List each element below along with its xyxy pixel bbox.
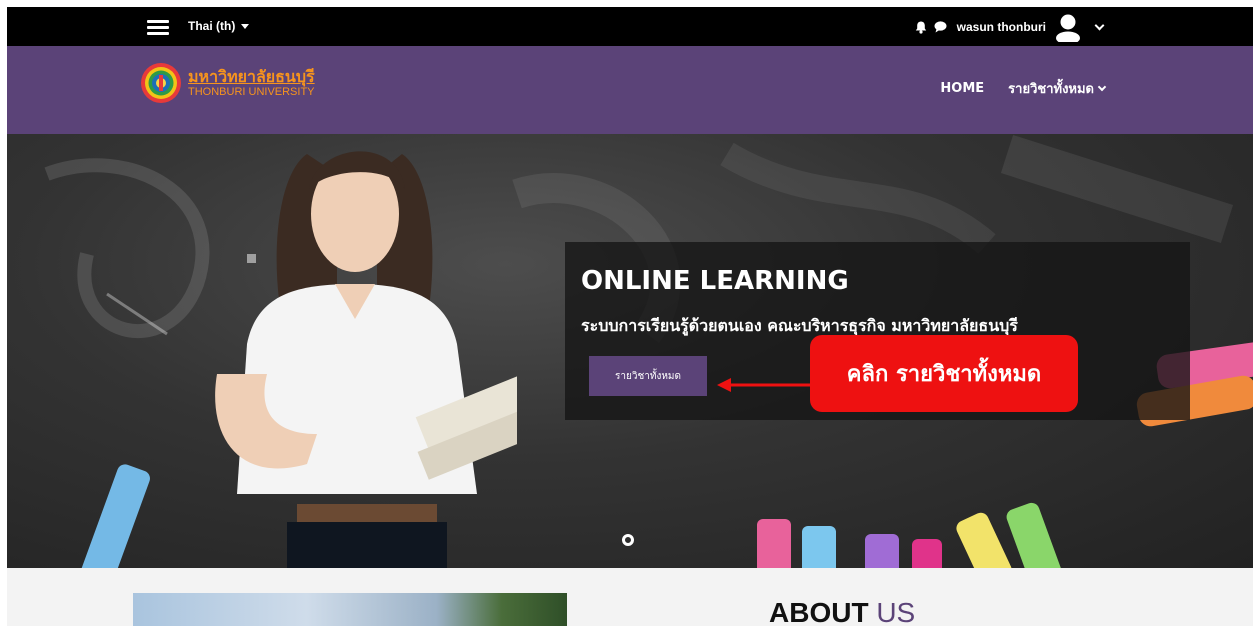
hero-title: ONLINE LEARNING [581,266,849,296]
nav-home[interactable]: HOME [940,81,984,96]
all-courses-button[interactable]: รายวิชาทั้งหมด [589,356,707,396]
page-frame: Thai (th) wasun thonburi มหาวิทยาลัยธนบุ… [7,7,1253,626]
top-bar: Thai (th) wasun thonburi [7,7,1253,46]
instruction-callout: คลิก รายวิชาทั้งหมด [810,335,1078,412]
about-heading-bold: ABOUT [769,597,869,626]
chat-icon[interactable] [934,21,947,33]
bell-icon[interactable] [915,21,927,34]
nav-all-courses-label: รายวิชาทั้งหมด [1008,82,1094,97]
language-label: Thai (th) [188,19,236,33]
menu-icon[interactable] [147,20,169,36]
avatar-icon[interactable] [1053,12,1083,42]
hero-carousel: ONLINE LEARNING ระบบการเรียนรู้ด้วยตนเอง… [7,134,1253,568]
main-navbar: มหาวิทยาลัยธนบุรี THONBURI UNIVERSITY HO… [7,46,1253,134]
university-seal [141,63,181,103]
arrow-left-icon [717,378,817,392]
user-name: wasun thonburi [956,20,1046,34]
logo-english-text: THONBURI UNIVERSITY [188,85,315,98]
nav-links: HOME รายวิชาทั้งหมด [940,78,1107,99]
language-selector[interactable]: Thai (th) [188,19,250,33]
nav-all-courses[interactable]: รายวิชาทั้งหมด [1008,78,1107,99]
student-photo [215,151,517,568]
caret-down-icon [241,23,250,29]
chevron-down-icon [1097,82,1107,92]
chevron-down-icon[interactable] [1094,20,1105,30]
about-heading-light: US [876,597,916,626]
about-heading: ABOUT US [769,597,915,626]
about-image [133,593,567,626]
user-menu[interactable]: wasun thonburi [915,11,1105,43]
logo-thai-text: มหาวิทยาลัยธนบุรี [188,66,315,86]
university-logo[interactable]: มหาวิทยาลัยธนบุรี THONBURI UNIVERSITY [140,62,315,104]
carousel-indicator[interactable] [622,534,634,546]
